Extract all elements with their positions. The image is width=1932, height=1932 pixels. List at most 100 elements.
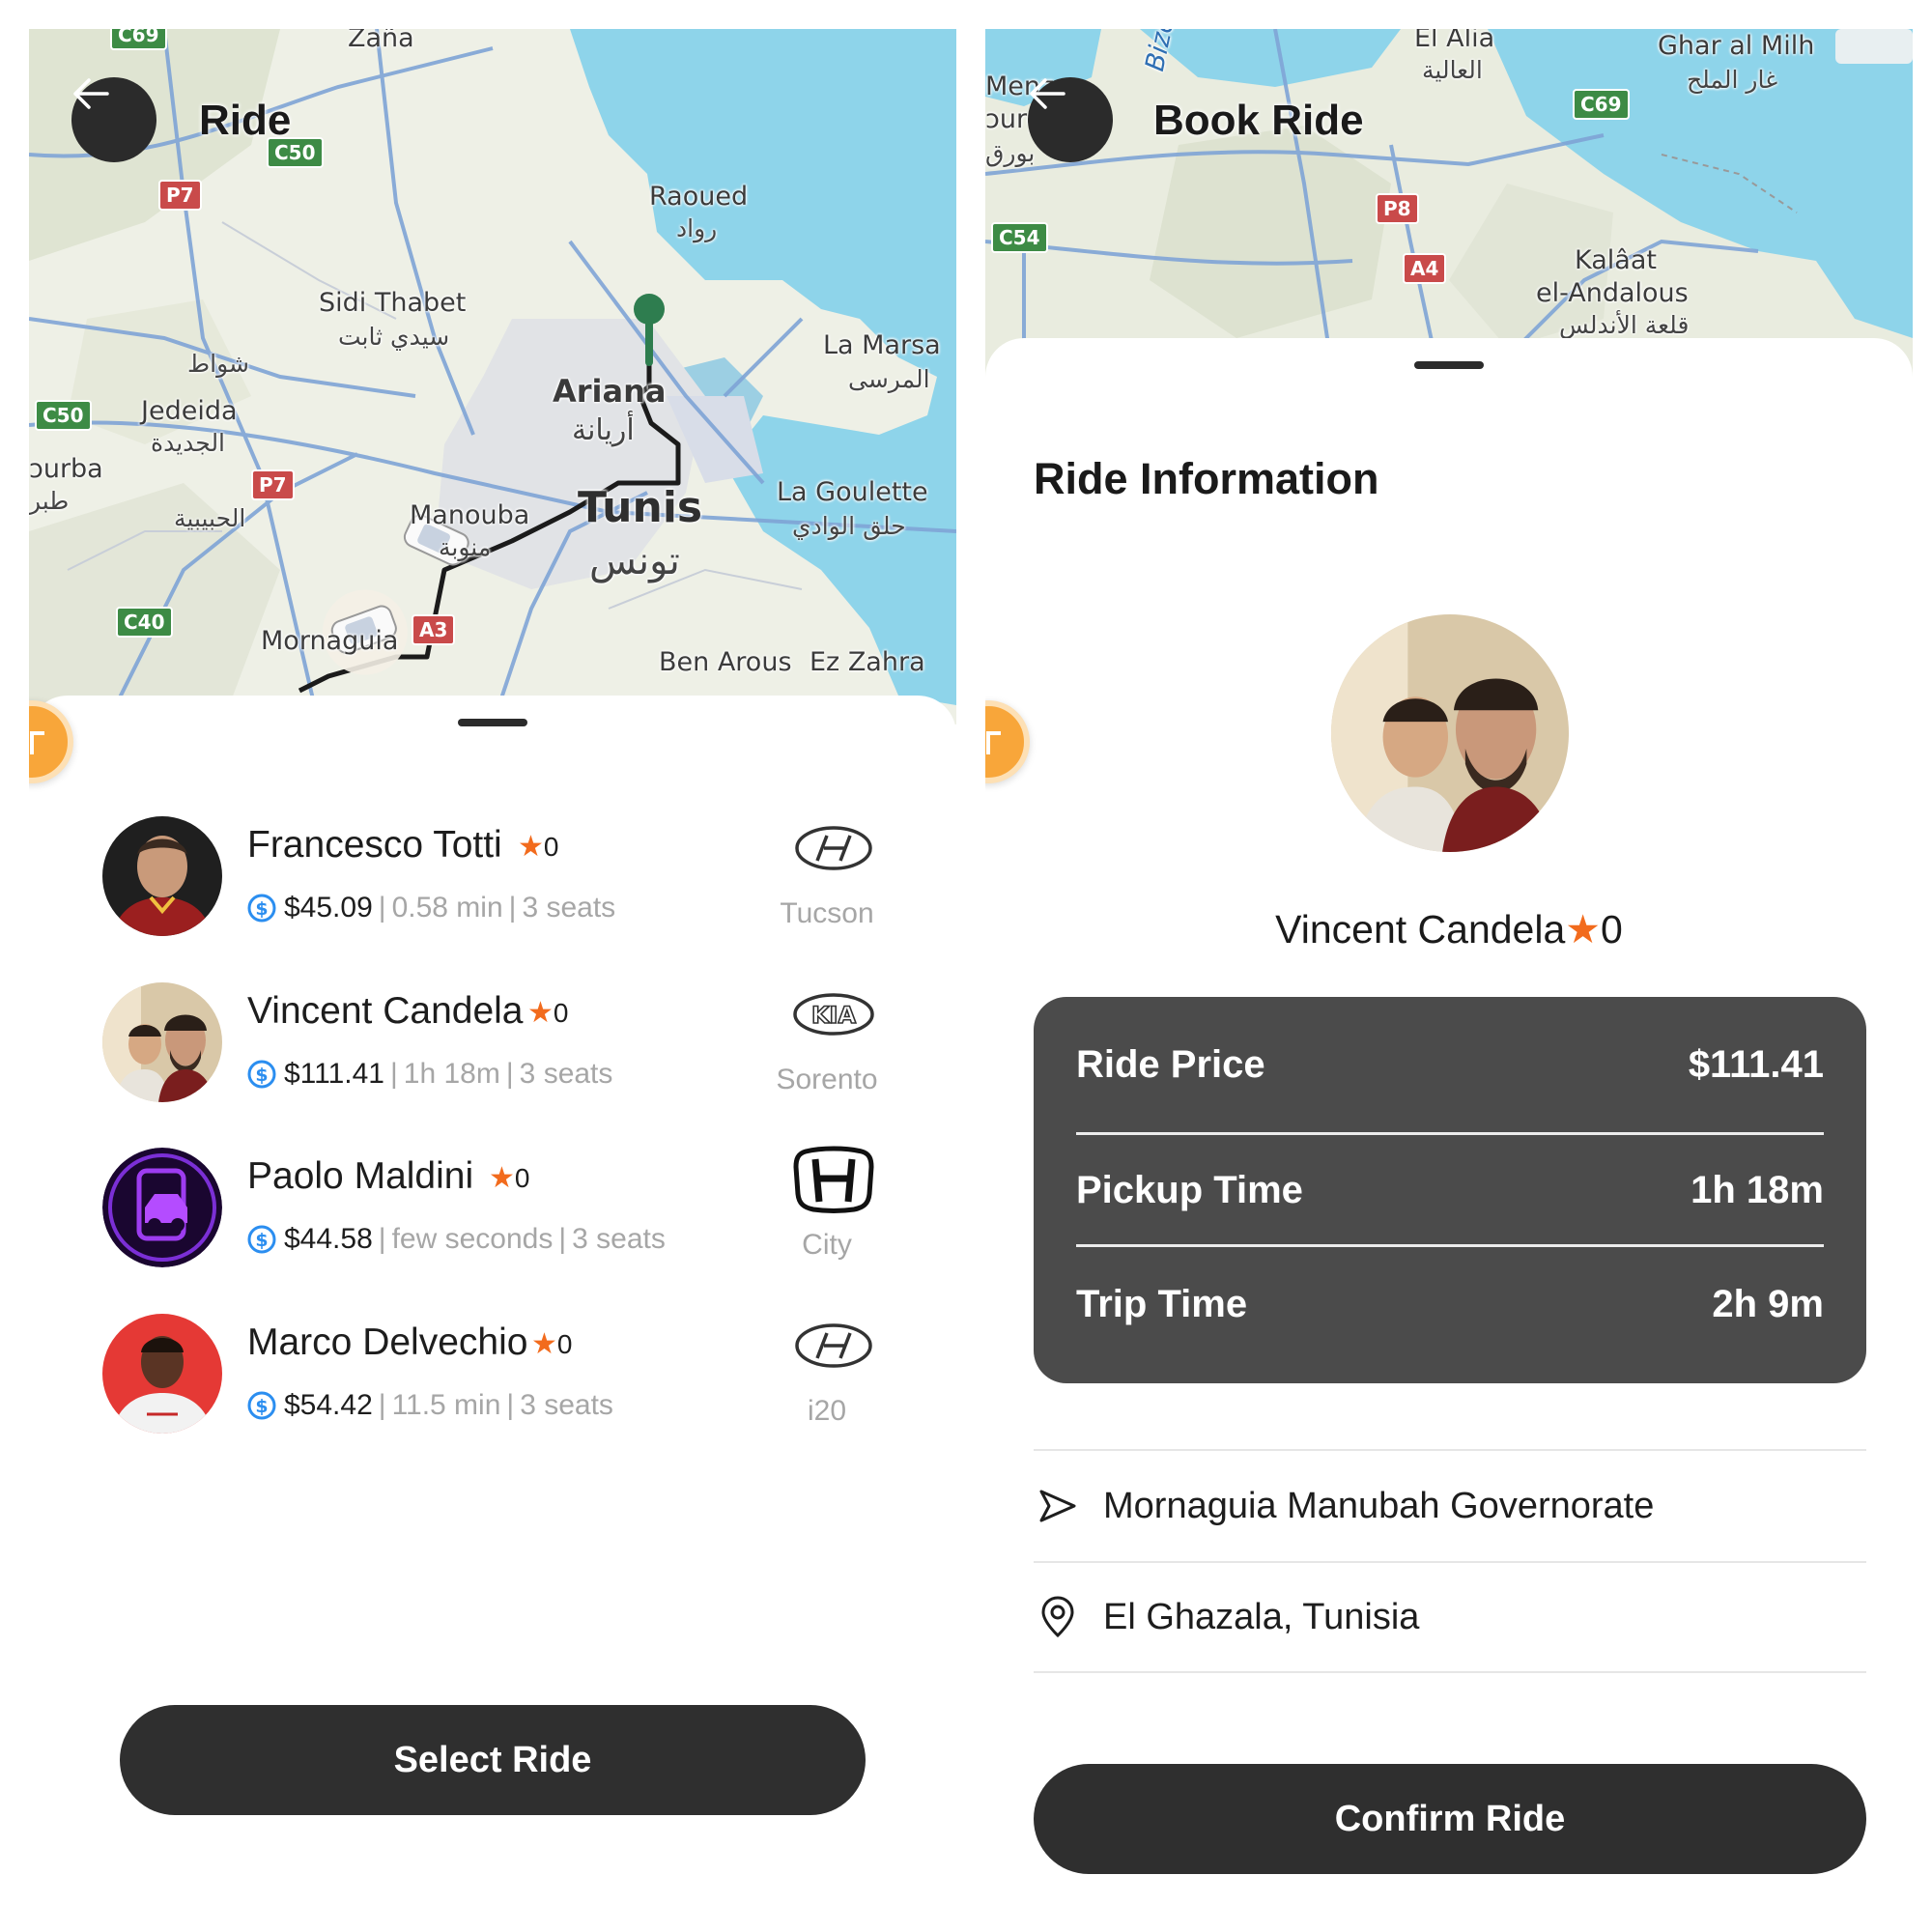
road-badge-c50: C50 [35, 400, 92, 431]
map-label-zana: Zaña [348, 29, 414, 53]
map-label-jedeida-ar: الجديدة [151, 429, 226, 457]
map-label-sidi-thabet: Sidi Thabet [319, 288, 467, 318]
map-label-kalaat: Kalâat [1575, 245, 1657, 275]
map-label-tebourba-ar: طبر [29, 487, 70, 515]
star-icon: ★ [531, 1328, 557, 1360]
map-label-el-alia: El Alia [1414, 29, 1495, 53]
driver-avatar [1331, 614, 1569, 852]
driver-name: Paolo Maldini [247, 1155, 474, 1197]
price-dollar-icon: $ [247, 1060, 276, 1089]
map-view[interactable]: El Alia العالية Ghar al Milh غار الملح M… [985, 29, 1913, 377]
svg-text:KIA: KIA [811, 1002, 857, 1029]
section-title: Ride Information [1034, 454, 1379, 503]
star-icon: ★ [527, 997, 554, 1029]
pickup-address: Mornaguia Manubah Governorate [1103, 1485, 1655, 1526]
map-label-bourguiba-ar: بورق [985, 139, 1036, 167]
ride-eta: 0.58 min [391, 892, 503, 923]
road-badge-c40: C40 [116, 607, 173, 638]
rating-value: 0 [553, 998, 569, 1028]
price-dollar-icon: $ [247, 1391, 276, 1420]
info-value: 1h 18m [1690, 1168, 1824, 1211]
navigation-arrow-icon [1039, 1490, 1076, 1522]
ride-price: $54.42 [284, 1389, 373, 1421]
ride-info-card: Ride Price $111.41 Pickup Time 1h 18m Tr… [1034, 997, 1866, 1383]
sheet-drag-handle[interactable] [458, 719, 527, 726]
hyundai-logo-icon [795, 826, 872, 870]
destination-address: El Ghazala, Tunisia [1103, 1596, 1420, 1637]
map-label-ez-zahra: Ez Zahra [810, 647, 925, 677]
separator: | [378, 1389, 386, 1421]
map-label-tunis-ar: تونس [589, 539, 680, 583]
back-button[interactable] [1028, 77, 1113, 162]
driver-name-rating: Vincent Candela★0 [985, 906, 1913, 952]
page-title: Ride [199, 97, 292, 144]
map-label-el-andalous: el-Andalous [1536, 278, 1689, 308]
price-dollar-icon: $ [247, 1225, 276, 1254]
svg-text:$: $ [255, 1065, 268, 1086]
map-label-ghar-al-milh-ar: غار الملح [1687, 66, 1778, 94]
confirm-ride-button[interactable]: Confirm Ride [1034, 1764, 1866, 1874]
info-value: $111.41 [1688, 1042, 1824, 1086]
separator: | [378, 892, 386, 923]
sheet-drag-handle[interactable] [1414, 361, 1484, 369]
separator: | [506, 1389, 515, 1421]
ride-list-item[interactable]: Marco Delvechio ★0 $ $54.42 | 11.5 min |… [102, 1314, 895, 1439]
driver-name: Francesco Totti [247, 824, 502, 866]
ride-price: $45.09 [284, 892, 373, 923]
ride-list-item[interactable]: Vincent Candela ★0 $ $111.41 | 1h 18m | … [102, 982, 895, 1108]
map-label-mornaguia: Mornaguia [261, 626, 399, 656]
road-badge-a3: A3 [412, 614, 456, 645]
map-label-raoued: Raoued [649, 182, 749, 212]
ride-list-item[interactable]: Francesco Totti ★0 $ $45.09 | 0.58 min |… [102, 816, 895, 942]
destination-location-row[interactable]: El Ghazala, Tunisia [1034, 1561, 1866, 1673]
rating-value: 0 [543, 832, 559, 862]
rating-value: 0 [514, 1163, 530, 1193]
car-model: Sorento [776, 1064, 878, 1095]
pickup-location-row[interactable]: Mornaguia Manubah Governorate [1034, 1449, 1866, 1561]
trip-time-row: Trip Time 2h 9m [1076, 1248, 1824, 1360]
driver-name: Vincent Candela [1275, 907, 1566, 952]
driver-name: Marco Delvechio [247, 1321, 528, 1363]
map-label-sidi-thabet-ar: سيدي ثابت [338, 323, 450, 351]
recenter-icon [30, 731, 44, 754]
location-fab-button[interactable] [985, 700, 1030, 783]
separator: | [378, 1223, 386, 1255]
driver-avatar [102, 982, 222, 1102]
driver-avatar [102, 1148, 222, 1267]
page-title: Book Ride [1153, 97, 1364, 144]
honda-logo-icon [793, 1146, 874, 1213]
map-label-shawat-ar: شواط [187, 350, 249, 378]
map-view[interactable]: Zaña Raoued رواد Sidi Thabet سيدي ثابت ش… [29, 29, 956, 724]
ride-meta: $ $45.09 | 0.58 min | 3 seats [247, 892, 615, 924]
separator: | [505, 1058, 514, 1090]
ride-meta: $ $111.41 | 1h 18m | 3 seats [247, 1058, 612, 1091]
info-value: 2h 9m [1712, 1282, 1824, 1325]
location-fab-button[interactable] [29, 700, 73, 783]
car-model: Tucson [780, 897, 874, 929]
recenter-icon [986, 731, 1001, 754]
map-label-tebourba: ɔurba [29, 454, 103, 484]
driver-avatar [102, 1314, 222, 1434]
map-label-la-goulette-ar: حلق الوادي [792, 512, 906, 540]
map-label-ariana: Ariana [553, 373, 667, 410]
ride-price: $111.41 [284, 1058, 384, 1090]
map-label-raoued-ar: رواد [676, 214, 718, 242]
map-label-jedeida: Jedeida [141, 396, 238, 426]
ride-seats: 3 seats [519, 1058, 613, 1090]
map-label-el-alia-ar: العالية [1422, 56, 1483, 84]
back-button[interactable] [71, 77, 156, 162]
driver-name: Vincent Candela [247, 990, 524, 1032]
road-badge-p7: P7 [251, 469, 295, 500]
ride-list-item[interactable]: Paolo Maldini ★0 $ $44.58 | few seconds … [102, 1146, 895, 1273]
separator: | [558, 1223, 567, 1255]
svg-text:$: $ [255, 1230, 268, 1251]
driver-rating: ★0 [518, 830, 558, 864]
star-icon: ★ [489, 1162, 515, 1194]
pickup-time-row: Pickup Time 1h 18m [1076, 1134, 1824, 1246]
map-label-la-marsa: La Marsa [823, 330, 941, 360]
select-ride-button[interactable]: Select Ride [120, 1705, 866, 1815]
driver-avatar [102, 816, 222, 936]
map-label-ariana-ar: أريانة [572, 413, 635, 447]
road-badge-c69: C69 [110, 29, 167, 50]
separator: | [390, 1058, 398, 1090]
